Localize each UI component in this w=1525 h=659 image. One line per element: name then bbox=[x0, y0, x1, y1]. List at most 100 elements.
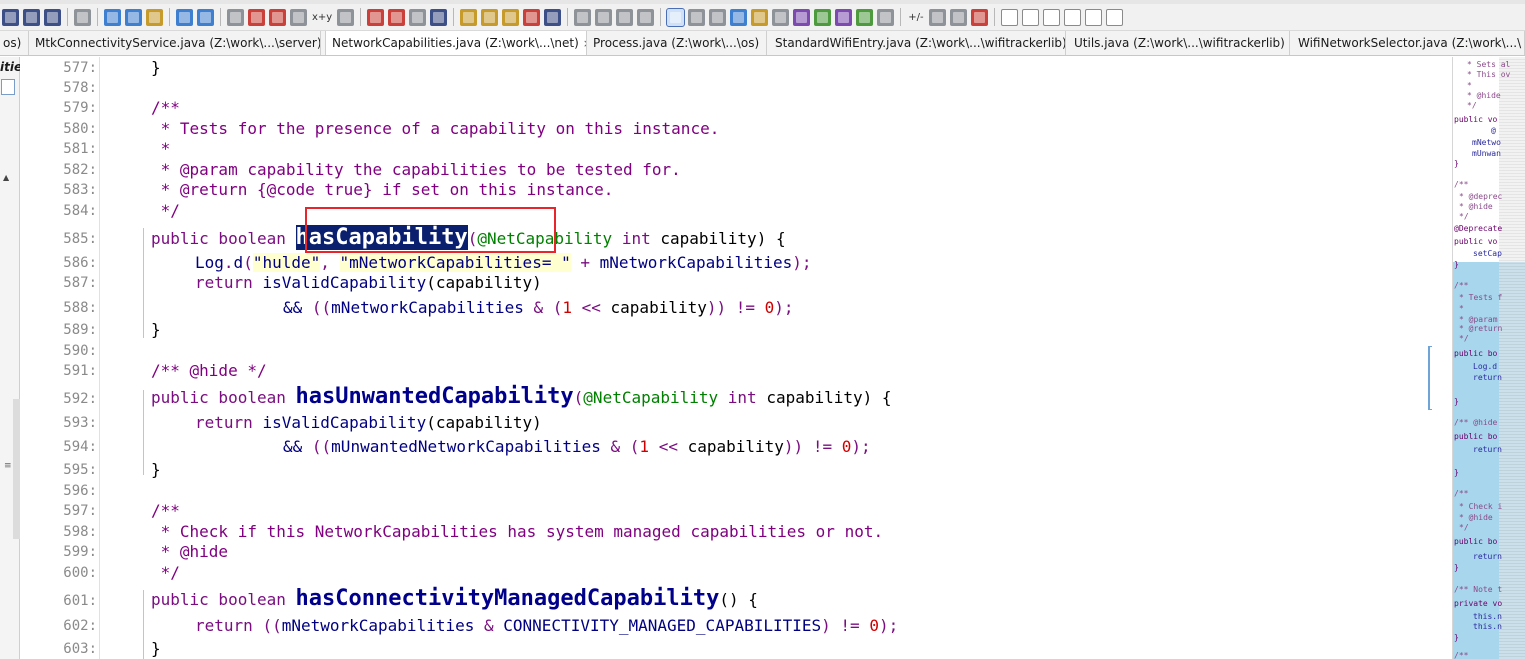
open-icon[interactable] bbox=[2, 8, 19, 26]
undo-icon[interactable] bbox=[176, 8, 193, 26]
left-panel-scrollbar[interactable] bbox=[13, 399, 20, 539]
bookmark-icon[interactable] bbox=[367, 8, 385, 26]
letter-a-icon[interactable] bbox=[1000, 8, 1018, 26]
tab-wifinetworkselector[interactable]: WifiNetworkSelector.java (Z:\work\...\ bbox=[1292, 31, 1525, 55]
comment-text: * @hide bbox=[151, 542, 229, 561]
closing-brace: } bbox=[151, 460, 161, 479]
call-tree-icon[interactable] bbox=[772, 8, 790, 26]
line-number: 594: bbox=[63, 439, 97, 455]
statement-end: ); bbox=[792, 253, 812, 272]
project-icon[interactable] bbox=[460, 8, 478, 26]
open-paren: ( bbox=[573, 388, 584, 407]
find-symbol-icon[interactable] bbox=[337, 8, 355, 26]
line-number: 582: bbox=[63, 162, 97, 178]
line-number: 599: bbox=[63, 544, 97, 560]
class-icon[interactable] bbox=[730, 8, 748, 26]
window-cascade-icon[interactable] bbox=[637, 8, 655, 26]
references-icon[interactable] bbox=[523, 8, 541, 26]
minimap-line: * Tests f bbox=[1459, 293, 1503, 302]
line-number: 581: bbox=[63, 141, 97, 157]
tab-label: StandardWifiEntry.java (Z:\work\...\wifi… bbox=[775, 36, 1066, 50]
toolbar-separator bbox=[67, 8, 68, 26]
signature-tail: ) { bbox=[756, 229, 786, 248]
bird-icon[interactable] bbox=[835, 8, 853, 26]
grid-icon[interactable] bbox=[877, 8, 895, 26]
print-icon[interactable] bbox=[74, 8, 91, 26]
expand-icon[interactable] bbox=[928, 8, 946, 26]
collapse-icon[interactable] bbox=[949, 8, 967, 26]
identifier: Log bbox=[195, 253, 224, 272]
letter-e-icon[interactable] bbox=[1084, 8, 1102, 26]
find-prev-icon[interactable] bbox=[269, 8, 286, 26]
minimap-scrollbar[interactable] bbox=[1499, 57, 1525, 659]
grip-icon[interactable]: ≡ bbox=[4, 461, 12, 471]
method-name[interactable]: hasUnwantedCapability bbox=[296, 384, 574, 409]
replace-icon[interactable]: x+y bbox=[309, 12, 335, 23]
minimap[interactable]: * Sets al * This ov * * @hide */ public … bbox=[1452, 57, 1525, 659]
open-paren: (( bbox=[311, 437, 332, 456]
graph-icon[interactable] bbox=[751, 8, 769, 26]
dot: . bbox=[223, 253, 234, 272]
tab-networkcapabilities[interactable]: NetworkCapabilities.java (Z:\work\...\ne… bbox=[325, 31, 587, 55]
jump-icon[interactable] bbox=[430, 8, 448, 26]
modifiers: public boolean bbox=[151, 590, 296, 609]
tree-icon[interactable] bbox=[709, 8, 727, 26]
fold-guide bbox=[143, 390, 144, 475]
tab-utils[interactable]: Utils.java (Z:\work\...\wifitrackerlib) bbox=[1068, 31, 1290, 55]
rebuild-icon[interactable] bbox=[544, 8, 562, 26]
save-all-icon[interactable] bbox=[44, 8, 61, 26]
outline-icon[interactable] bbox=[409, 8, 427, 26]
minimap-line: return bbox=[1473, 552, 1502, 561]
comment-text: */ bbox=[151, 201, 180, 220]
letter-d-icon[interactable] bbox=[1063, 8, 1081, 26]
context-icon[interactable] bbox=[666, 7, 686, 27]
operator: & ( bbox=[523, 298, 563, 317]
find-icon[interactable] bbox=[227, 8, 244, 26]
window-tile-icon[interactable] bbox=[574, 8, 592, 26]
code-line-594: && ((mUnwantedNetworkCapabilities & (1 <… bbox=[283, 435, 871, 458]
toolbar-separator bbox=[220, 8, 221, 26]
sync-icon[interactable] bbox=[856, 8, 874, 26]
home-icon[interactable] bbox=[814, 8, 832, 26]
minimap-line: this.n bbox=[1473, 622, 1502, 631]
string-literal: "hulde" bbox=[252, 253, 321, 272]
minimap-line: /** bbox=[1454, 651, 1469, 659]
minimap-line: } bbox=[1454, 563, 1459, 572]
line-number: 595: bbox=[63, 462, 97, 478]
copy-icon[interactable] bbox=[125, 8, 142, 26]
redo-icon[interactable] bbox=[197, 8, 214, 26]
modifiers: public boolean bbox=[151, 229, 296, 248]
find-next-icon[interactable] bbox=[248, 8, 265, 26]
close-icon[interactable] bbox=[970, 8, 988, 26]
method-name[interactable]: hasConnectivityManagedCapability bbox=[296, 586, 720, 611]
minimap-line: * @param bbox=[1459, 315, 1498, 324]
save-icon[interactable] bbox=[23, 8, 40, 26]
lock-icon[interactable] bbox=[793, 8, 811, 26]
tab-os[interactable]: os) bbox=[0, 31, 29, 55]
symbol-window-icon[interactable] bbox=[481, 8, 499, 26]
tab-mtkconnectivityservice[interactable]: MtkConnectivityService.java (Z:\work\...… bbox=[29, 31, 321, 55]
cut-icon[interactable] bbox=[104, 8, 121, 26]
window-stack-icon[interactable] bbox=[616, 8, 634, 26]
line-number: 588: bbox=[63, 300, 97, 316]
minimap-line: this.n bbox=[1473, 612, 1502, 621]
code-line-588: && ((mNetworkCapabilities & (1 << capabi… bbox=[283, 296, 794, 319]
window-split-icon[interactable] bbox=[595, 8, 613, 26]
relation-icon[interactable] bbox=[502, 8, 520, 26]
comment-text: * Tests for the presence of a capability… bbox=[151, 119, 720, 138]
paste-icon[interactable] bbox=[146, 8, 163, 26]
toggle-sign-icon[interactable]: +/- bbox=[905, 12, 926, 23]
browse-icon[interactable] bbox=[688, 8, 706, 26]
letter-c-icon[interactable] bbox=[1042, 8, 1060, 26]
tab-process[interactable]: Process.java (Z:\work\...\os) bbox=[587, 31, 767, 55]
find-in-files-icon[interactable] bbox=[290, 8, 307, 26]
comment-text: /** bbox=[151, 501, 180, 520]
letter-b-icon[interactable] bbox=[1021, 8, 1039, 26]
letter-f-icon[interactable] bbox=[1105, 8, 1123, 26]
left-panel-field[interactable] bbox=[1, 79, 15, 95]
tab-standardwifientry[interactable]: StandardWifiEntry.java (Z:\work\...\wifi… bbox=[769, 31, 1066, 55]
bookmark-next-icon[interactable] bbox=[388, 8, 406, 26]
scroll-up-icon[interactable]: ▲ bbox=[3, 173, 9, 182]
open-paren: ( bbox=[243, 253, 253, 272]
field-reference: mNetworkCapabilities bbox=[281, 616, 475, 635]
